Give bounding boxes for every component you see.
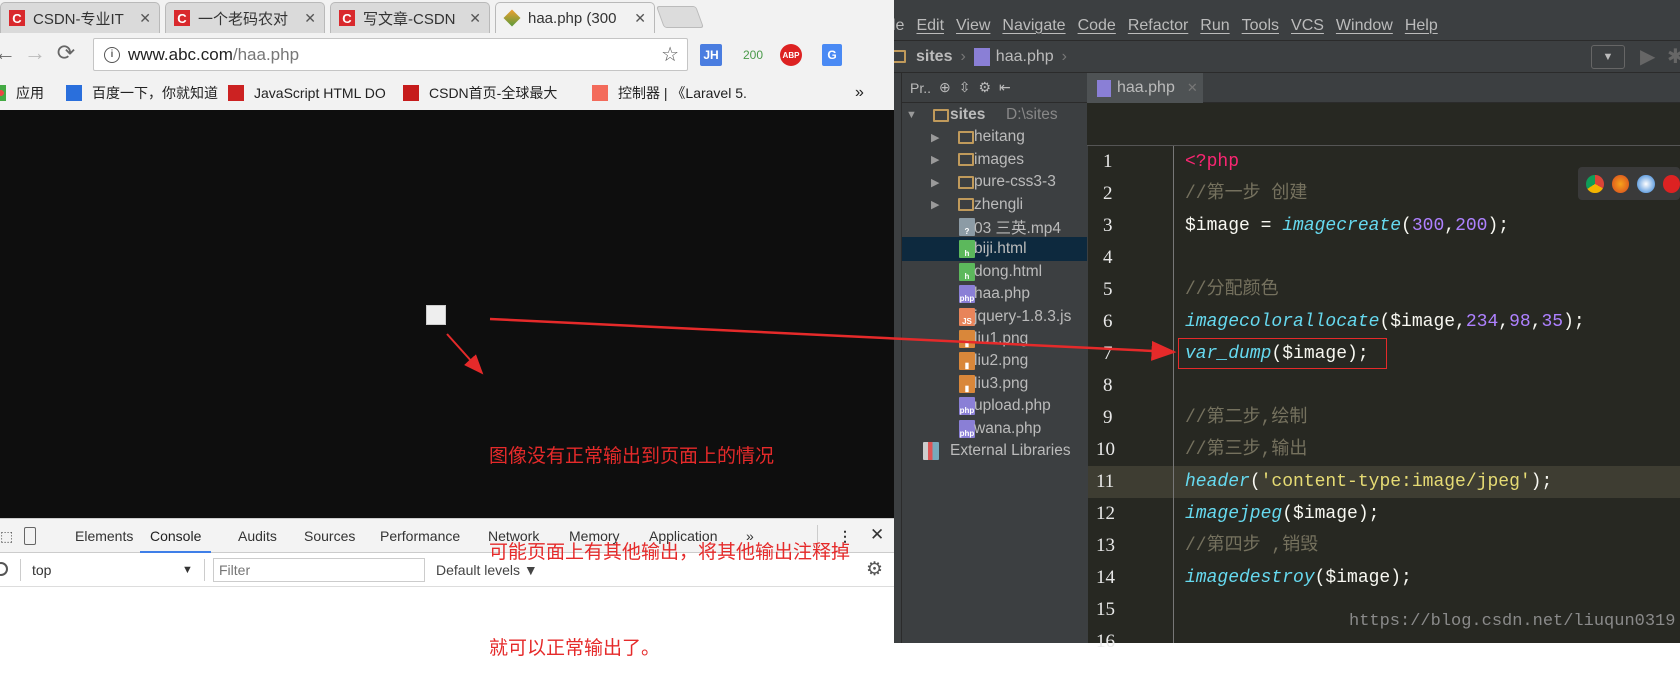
arrow-to-note bbox=[447, 334, 482, 373]
note-line: 可能页面上有其他输出，将其他输出注释掉 bbox=[489, 536, 850, 568]
annotation-note: 图像没有正常输出到页面上的情况 可能页面上有其他输出，将其他输出注释掉 就可以正… bbox=[489, 376, 850, 696]
note-line: 图像没有正常输出到页面上的情况 bbox=[489, 440, 850, 472]
arrow-to-code bbox=[490, 319, 1174, 352]
watermark: https://blog.csdn.net/liuqun0319 bbox=[1349, 612, 1675, 631]
note-line: 就可以正常输出了。 bbox=[489, 632, 850, 664]
